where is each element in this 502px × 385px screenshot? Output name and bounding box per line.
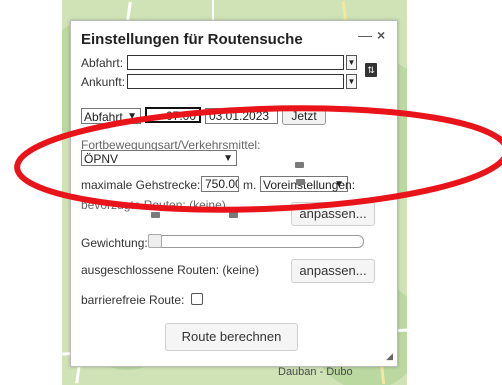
swap-icon[interactable]: ⇅ [365,63,377,77]
adjust-excluded-button[interactable]: anpassen... [291,259,375,283]
time-input[interactable]: 07:00 [145,107,201,123]
chevron-down-icon: ▼ [127,111,137,122]
transport-select[interactable]: ÖPNV ▼ [81,150,237,166]
preferred-routes-label: bevorzugte Routen: (keine) [81,198,226,212]
departure-label: Abfahrt: [81,56,124,70]
time-mode-value: Abfahrt [84,110,123,124]
time-mode-select[interactable]: Abfahrt ▼ [81,108,141,124]
chevron-down-icon: ▼ [223,153,233,164]
map-place-label: Dauban - Dubo [278,366,353,378]
weighting-label: Gewichtung: [81,236,148,250]
panel-title: Einstellungen für Routensuche [81,31,303,48]
date-input[interactable]: 03.01.2023 [205,108,278,124]
drag-handle[interactable] [229,212,238,218]
arrival-input[interactable] [127,74,344,89]
arrival-dropdown[interactable]: ▼ [346,74,357,89]
weighting-slider[interactable] [148,235,364,248]
arrival-label: Ankunft: [81,75,126,89]
close-icon[interactable]: × [377,27,385,43]
route-settings-panel: Einstellungen für Routensuche — × Abfahr… [70,20,398,367]
drag-handle[interactable] [151,212,160,218]
barrier-free-label: barrierefreie Route: [81,293,185,307]
now-button[interactable]: Jetzt [282,107,326,125]
departure-input[interactable] [127,55,344,70]
walk-distance-input[interactable]: 750.00 [201,176,239,192]
drag-handle[interactable] [295,162,304,168]
resize-grip-icon[interactable]: ◢ [386,351,393,362]
adjust-preferred-button[interactable]: anpassen... [291,202,375,226]
excluded-routes-label: ausgeschlossene Routen: (keine) [81,263,260,277]
walk-distance-label: maximale Gehstrecke: [81,178,201,192]
minimize-icon[interactable]: — [358,27,372,43]
drag-handle[interactable] [296,179,305,185]
departure-dropdown[interactable]: ▼ [346,55,357,70]
barrier-free-checkbox[interactable] [191,293,203,305]
transport-value: ÖPNV [84,152,119,166]
chevron-down-icon: ▼ [334,179,344,190]
walk-unit: m. [243,178,257,192]
weighting-slider-knob[interactable] [148,234,162,248]
calculate-route-button[interactable]: Route berechnen [165,323,298,351]
